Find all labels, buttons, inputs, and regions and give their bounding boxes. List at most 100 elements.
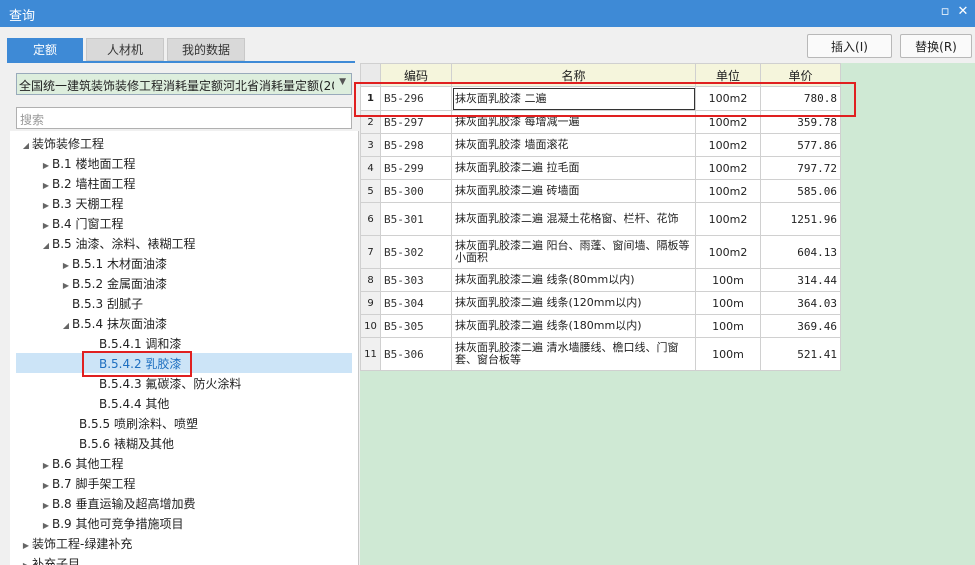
table-row[interactable]: 5 B5-300 抹灰面乳胶漆二遍 砖墙面 100m2 585.06 [360, 179, 841, 203]
insert-button[interactable]: 插入(I) [807, 34, 892, 58]
cell-unit[interactable]: 100m [695, 291, 761, 315]
cell-unit[interactable]: 100m [695, 337, 761, 371]
tree-node[interactable]: ▶ B.8 垂直运输及超高增加费 [40, 494, 196, 514]
cell-unit[interactable]: 100m [695, 268, 761, 292]
tree-node[interactable]: ▶ B.2 墙柱面工程 [40, 174, 136, 194]
row-number: 4 [360, 156, 381, 180]
tree-node[interactable]: B.5.6 裱糊及其他 [79, 434, 174, 454]
library-select-value: 全国统一建筑装饰装修工程消耗量定额河北省消耗量定额(20 [19, 79, 334, 93]
tree-node[interactable]: ◢ B.5 油漆、涂料、裱糊工程 [40, 234, 196, 254]
tab-underline [7, 61, 355, 63]
expand-icon[interactable]: ▶ [60, 276, 72, 296]
cell-unit[interactable]: 100m2 [695, 179, 761, 203]
cell-unit[interactable]: 100m2 [695, 156, 761, 180]
cell-price[interactable]: 585.06 [760, 179, 841, 203]
highlight-box-row [354, 82, 856, 117]
table-row[interactable]: 6 B5-301 抹灰面乳胶漆二遍 混凝土花格窗、栏杆、花饰 100m2 125… [360, 202, 841, 236]
table-row[interactable]: 10 B5-305 抹灰面乳胶漆二遍 线条(180mm以内) 100m 369.… [360, 314, 841, 338]
expand-icon[interactable]: ▶ [40, 156, 52, 176]
tab-labor-materials[interactable]: 人材机 [86, 38, 164, 61]
cell-price[interactable]: 797.72 [760, 156, 841, 180]
cell-price[interactable]: 604.13 [760, 235, 841, 269]
row-number: 11 [360, 337, 381, 371]
title-bar: 查询 ▫ ✕ [0, 0, 975, 27]
tree-node[interactable]: ◢ 装饰装修工程 [20, 134, 104, 154]
tree-node[interactable]: ▶ B.9 其他可竞争措施项目 [40, 514, 184, 534]
cell-price[interactable]: 369.46 [760, 314, 841, 338]
cell-unit[interactable]: 100m2 [695, 133, 761, 157]
tree-node[interactable]: ▶ B.3 天棚工程 [40, 194, 124, 214]
cell-code[interactable]: B5-298 [380, 133, 452, 157]
table-row[interactable]: 7 B5-302 抹灰面乳胶漆二遍 阳台、雨蓬、窗间墙、隔板等小面积 100m2… [360, 235, 841, 269]
cell-code[interactable]: B5-304 [380, 291, 452, 315]
tree-node[interactable]: ▶ B.7 脚手架工程 [40, 474, 136, 494]
cell-name[interactable]: 抹灰面乳胶漆二遍 线条(180mm以内) [451, 314, 696, 338]
tree-node[interactable]: ▶ B.1 楼地面工程 [40, 154, 136, 174]
row-number: 5 [360, 179, 381, 203]
library-select[interactable]: 全国统一建筑装饰装修工程消耗量定额河北省消耗量定额(20 ▼ [16, 73, 352, 95]
tab-quota[interactable]: 定额 [7, 38, 83, 61]
collapse-icon[interactable]: ◢ [40, 236, 52, 256]
cell-price[interactable]: 364.03 [760, 291, 841, 315]
cell-code[interactable]: B5-302 [380, 235, 452, 269]
row-number: 6 [360, 202, 381, 236]
tree-node[interactable]: B.5.4.3 氟碳漆、防火涂料 [99, 374, 241, 394]
cell-unit[interactable]: 100m2 [695, 235, 761, 269]
quota-grid: 编码 名称 单位 单价 1 B5-296 抹灰面乳胶漆 二遍 100m2 780… [354, 63, 975, 565]
table-row[interactable]: 9 B5-304 抹灰面乳胶漆二遍 线条(120mm以内) 100m 364.0… [360, 291, 841, 315]
tree-node[interactable]: ▶ B.5.2 金属面油漆 [60, 274, 167, 294]
expand-icon[interactable]: ▶ [40, 456, 52, 476]
cell-price[interactable]: 314.44 [760, 268, 841, 292]
cell-unit[interactable]: 100m2 [695, 202, 761, 236]
window-title: 查询 [9, 9, 36, 24]
cell-code[interactable]: B5-303 [380, 268, 452, 292]
expand-icon[interactable]: ▶ [40, 196, 52, 216]
expand-icon[interactable]: ▶ [40, 176, 52, 196]
tree-node[interactable]: ▶补充子目 [20, 554, 80, 565]
tab-my-data[interactable]: 我的数据 [167, 38, 245, 61]
tree-node[interactable]: ▶ B.6 其他工程 [40, 454, 124, 474]
collapse-icon[interactable]: ◢ [20, 136, 32, 156]
tree-node[interactable]: ▶ B.4 门窗工程 [40, 214, 124, 234]
cell-code[interactable]: B5-305 [380, 314, 452, 338]
tree-node[interactable]: B.5.3 刮腻子 [72, 294, 143, 314]
table-row[interactable]: 3 B5-298 抹灰面乳胶漆 墙面滚花 100m2 577.86 [360, 133, 841, 157]
cell-code[interactable]: B5-300 [380, 179, 452, 203]
tree-node[interactable]: ▶ B.5.1 木材面油漆 [60, 254, 167, 274]
cell-name[interactable]: 抹灰面乳胶漆二遍 清水墙腰线、檐口线、门窗套、窗台板等 [451, 337, 696, 371]
cell-name[interactable]: 抹灰面乳胶漆二遍 线条(80mm以内) [451, 268, 696, 292]
search-input[interactable]: 搜索 [16, 107, 352, 129]
cell-price[interactable]: 1251.96 [760, 202, 841, 236]
tree-node[interactable]: B.5.5 喷刷涂料、喷塑 [79, 414, 198, 434]
cell-price[interactable]: 521.41 [760, 337, 841, 371]
cell-unit[interactable]: 100m [695, 314, 761, 338]
cell-code[interactable]: B5-299 [380, 156, 452, 180]
collapse-icon[interactable]: ◢ [60, 316, 72, 336]
table-row[interactable]: 11 B5-306 抹灰面乳胶漆二遍 清水墙腰线、檐口线、门窗套、窗台板等 10… [360, 337, 841, 371]
expand-icon[interactable]: ▶ [20, 536, 32, 556]
expand-icon[interactable]: ▶ [40, 496, 52, 516]
tree-node[interactable]: B.5.4.4 其他 [99, 394, 169, 414]
cell-name[interactable]: 抹灰面乳胶漆 墙面滚花 [451, 133, 696, 157]
search-placeholder: 搜索 [20, 113, 45, 127]
close-icon[interactable]: ✕ [955, 4, 971, 20]
expand-icon[interactable]: ▶ [40, 476, 52, 496]
cell-name[interactable]: 抹灰面乳胶漆二遍 混凝土花格窗、栏杆、花饰 [451, 202, 696, 236]
cell-price[interactable]: 577.86 [760, 133, 841, 157]
maximize-icon[interactable]: ▫ [937, 4, 953, 20]
cell-name[interactable]: 抹灰面乳胶漆二遍 拉毛面 [451, 156, 696, 180]
expand-icon[interactable]: ▶ [40, 216, 52, 236]
cell-code[interactable]: B5-301 [380, 202, 452, 236]
cell-name[interactable]: 抹灰面乳胶漆二遍 线条(120mm以内) [451, 291, 696, 315]
table-row[interactable]: 4 B5-299 抹灰面乳胶漆二遍 拉毛面 100m2 797.72 [360, 156, 841, 180]
cell-code[interactable]: B5-306 [380, 337, 452, 371]
tree-node[interactable]: ▶ 装饰工程-绿建补充 [20, 534, 132, 554]
cell-name[interactable]: 抹灰面乳胶漆二遍 阳台、雨蓬、窗间墙、隔板等小面积 [451, 235, 696, 269]
expand-icon[interactable]: ▶ [40, 516, 52, 536]
tree-node[interactable]: ◢ B.5.4 抹灰面油漆 [60, 314, 167, 334]
table-row[interactable]: 8 B5-303 抹灰面乳胶漆二遍 线条(80mm以内) 100m 314.44 [360, 268, 841, 292]
cell-name[interactable]: 抹灰面乳胶漆二遍 砖墙面 [451, 179, 696, 203]
expand-icon[interactable]: ▶ [20, 556, 32, 565]
expand-icon[interactable]: ▶ [60, 256, 72, 276]
replace-button[interactable]: 替换(R) [900, 34, 972, 58]
